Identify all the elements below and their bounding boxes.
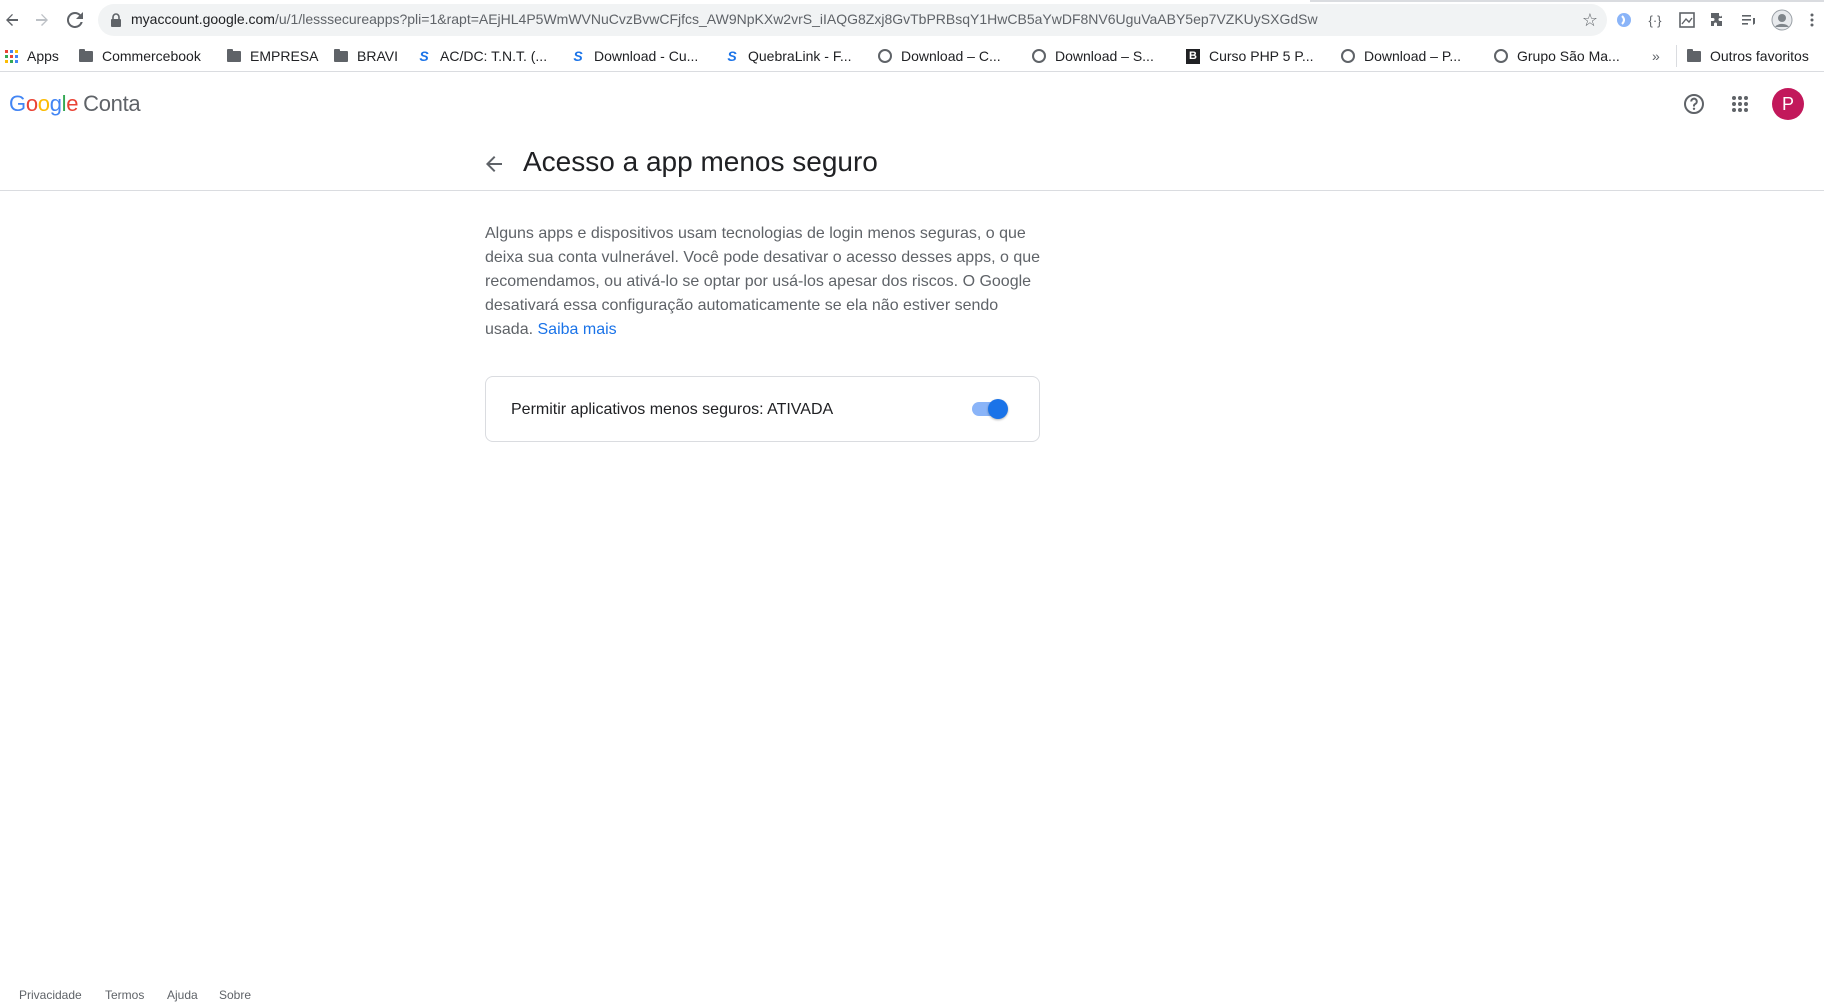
- help-link[interactable]: Ajuda: [167, 988, 198, 1002]
- folder-icon: [333, 48, 349, 64]
- page-footer: Privacidade Termos Ajuda Sobre: [0, 980, 1824, 1003]
- bookmark-apps[interactable]: Apps: [3, 45, 59, 67]
- bookmark-download-p[interactable]: Download – P...: [1340, 45, 1461, 67]
- folder-icon: [226, 48, 242, 64]
- logo-letter: o: [37, 91, 50, 116]
- url-text[interactable]: myaccount.google.com/u/1/lesssecureapps?…: [131, 11, 1318, 27]
- bookmark-download-cu[interactable]: S Download - Cu...: [570, 45, 698, 67]
- globe-icon: [1031, 48, 1047, 64]
- setting-label: Permitir aplicativos menos seguros: ATIV…: [511, 401, 834, 418]
- bookmark-bravi[interactable]: BRAVI: [333, 45, 398, 67]
- logo-letter: g: [49, 91, 62, 116]
- page-title-bar: Acesso a app menos seguro: [0, 136, 1824, 191]
- url-host: myaccount.google.com: [131, 11, 275, 27]
- bookmark-grupo-sao[interactable]: Grupo São Ma...: [1493, 45, 1620, 67]
- less-secure-apps-toggle[interactable]: [972, 396, 1008, 422]
- back-icon[interactable]: [0, 8, 24, 32]
- bookmark-label: Commercebook: [102, 48, 201, 64]
- bookmark-other-favorites[interactable]: Outros favoritos: [1686, 45, 1809, 67]
- bookmark-label: Download – C...: [901, 48, 1001, 64]
- s-site-icon: S: [419, 48, 429, 64]
- extension-braces-icon[interactable]: {·}: [1643, 8, 1667, 32]
- bookmark-acdc[interactable]: S AC/DC: T.N.T. (...: [416, 45, 547, 67]
- page-description: Alguns apps e dispositivos usam tecnolog…: [485, 222, 1045, 342]
- privacy-link[interactable]: Privacidade: [19, 988, 82, 1002]
- tab-strip-edge: [1310, 0, 1824, 2]
- bookmark-empresa[interactable]: EMPRESA: [226, 45, 318, 67]
- profile-icon[interactable]: [1770, 8, 1794, 32]
- bookmark-label: EMPRESA: [250, 48, 319, 64]
- help-icon[interactable]: [1678, 88, 1710, 120]
- bookmark-label: QuebraLink - F...: [748, 48, 852, 64]
- apps-grid-icon: [3, 48, 19, 64]
- reload-icon[interactable]: [63, 8, 87, 32]
- bookmarks-overflow-button[interactable]: »: [1652, 45, 1660, 67]
- bookmark-label: BRAVI: [357, 48, 398, 64]
- b-site-icon: B: [1185, 48, 1201, 64]
- folder-icon: [78, 48, 94, 64]
- bookmarks-bar: Apps Commercebook EMPRESA BRAVI S AC/DC:…: [0, 40, 1824, 72]
- page-title: Acesso a app menos seguro: [523, 146, 878, 177]
- bookmark-label: Apps: [27, 48, 59, 64]
- bookmark-label: Download - Cu...: [594, 48, 699, 64]
- globe-icon: [1340, 48, 1356, 64]
- product-name: Conta: [83, 91, 141, 116]
- learn-more-link[interactable]: Saiba mais: [538, 321, 617, 338]
- extension-1-icon[interactable]: [1612, 8, 1636, 32]
- about-link[interactable]: Sobre: [219, 988, 251, 1002]
- bookmark-star-icon[interactable]: ☆: [1579, 9, 1601, 31]
- globe-icon: [877, 48, 893, 64]
- bookmark-label: Grupo São Ma...: [1517, 48, 1620, 64]
- extensions-puzzle-icon[interactable]: [1706, 8, 1730, 32]
- bookmark-label: Download – S...: [1055, 48, 1154, 64]
- bookmark-label: Download – P...: [1364, 48, 1462, 64]
- logo-letter: o: [25, 91, 38, 116]
- logo-letter: G: [9, 91, 26, 116]
- forward-icon[interactable]: [30, 8, 54, 32]
- lock-icon: [111, 13, 121, 27]
- address-bar[interactable]: myaccount.google.com/u/1/lesssecureapps?…: [98, 4, 1607, 36]
- account-header: Google Conta P: [0, 72, 1824, 136]
- account-avatar[interactable]: P: [1772, 88, 1804, 120]
- terms-link[interactable]: Termos: [105, 988, 144, 1002]
- bookmark-download-s[interactable]: Download – S...: [1031, 45, 1154, 67]
- less-secure-apps-card: Permitir aplicativos menos seguros: ATIV…: [485, 376, 1040, 442]
- bookmark-label: Curso PHP 5 P...: [1209, 48, 1314, 64]
- bookmark-curso-php[interactable]: B Curso PHP 5 P...: [1185, 45, 1314, 67]
- google-account-logo[interactable]: Google Conta: [9, 91, 141, 117]
- bookmark-label: AC/DC: T.N.T. (...: [440, 48, 548, 64]
- browser-menu-icon[interactable]: [1800, 8, 1824, 32]
- globe-icon: [1493, 48, 1509, 64]
- google-apps-icon[interactable]: [1724, 88, 1756, 120]
- browser-toolbar: myaccount.google.com/u/1/lesssecureapps?…: [0, 0, 1824, 40]
- url-path: /u/1/lesssecureapps?pli=1&rapt=AEjHL4P5W…: [274, 11, 1318, 27]
- bookmark-quebralink[interactable]: S QuebraLink - F...: [724, 45, 852, 67]
- back-arrow-icon[interactable]: [482, 152, 506, 176]
- logo-letter: e: [66, 91, 79, 116]
- bookmarks-divider: [1676, 45, 1677, 67]
- extension-image-icon[interactable]: [1675, 8, 1699, 32]
- bookmark-download-c[interactable]: Download – C...: [877, 45, 1001, 67]
- folder-icon: [1686, 48, 1702, 64]
- s-site-icon: S: [727, 48, 737, 64]
- s-site-icon: S: [573, 48, 583, 64]
- bookmark-commercebook[interactable]: Commercebook: [78, 45, 201, 67]
- toggle-knob: [988, 399, 1008, 419]
- bookmark-label: Outros favoritos: [1710, 48, 1809, 64]
- reading-list-icon[interactable]: [1737, 8, 1761, 32]
